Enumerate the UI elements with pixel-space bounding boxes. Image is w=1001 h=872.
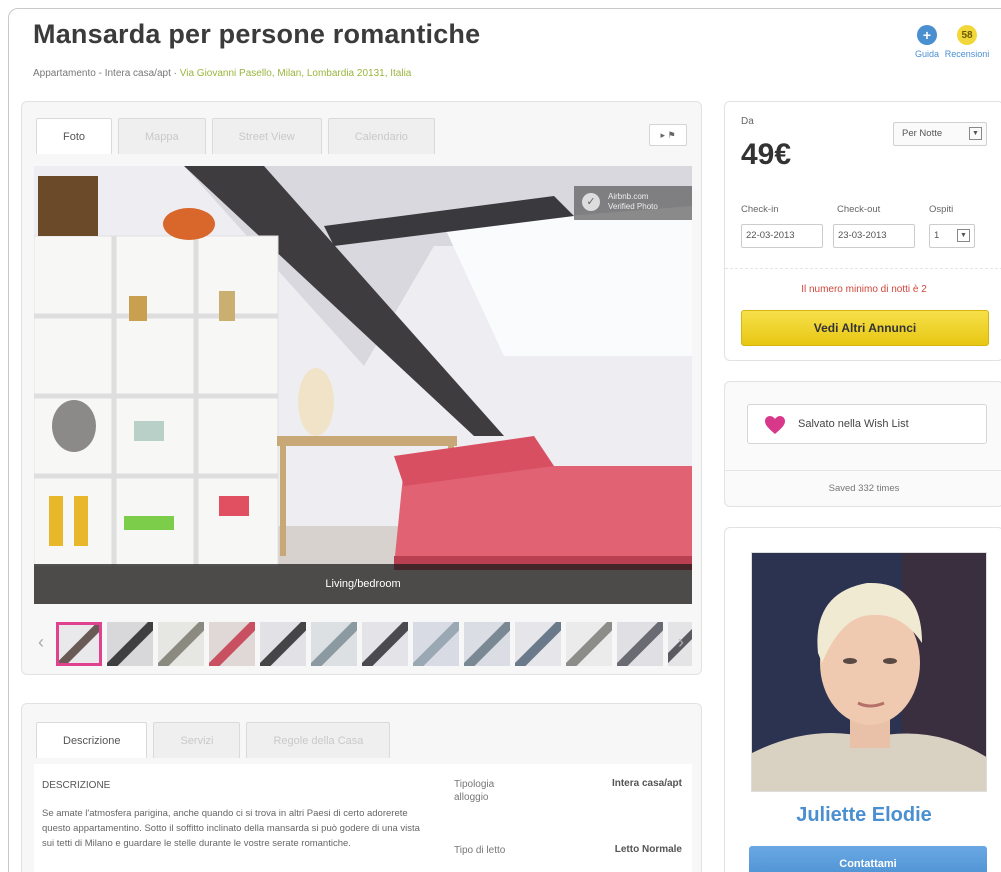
heart-icon	[765, 416, 785, 434]
checkout-input[interactable]: 23-03-2013	[833, 224, 915, 248]
nightly-price: 49€	[741, 138, 792, 171]
property-type: Appartamento - Intera casa/apt	[33, 68, 171, 79]
chevron-down-icon: ▼	[969, 127, 982, 140]
thumbnail-6[interactable]	[311, 622, 357, 666]
flag-icon: ▸ ⚑	[660, 130, 676, 140]
thumbnail-10[interactable]	[515, 622, 561, 666]
thumbnail-strip: ‹ ›	[34, 616, 692, 672]
guests-label: Ospiti	[929, 204, 954, 215]
listing-title: Mansarda per persone romantiche	[33, 19, 481, 49]
photo-panel: Foto Mappa Street View Calendario ▸ ⚑ ✓ …	[21, 101, 702, 675]
plus-icon: +	[917, 25, 937, 45]
listing-subtitle: Appartamento - Intera casa/apt · Via Gio…	[33, 68, 412, 79]
wishlist-button[interactable]: Salvato nella Wish List	[747, 404, 987, 444]
wishlist-card: Salvato nella Wish List Saved 332 times	[724, 381, 1001, 507]
tab-descrizione[interactable]: Descrizione	[36, 722, 148, 758]
bedroom-photo-image	[34, 166, 692, 604]
attr-value-letto: Letto Normale	[614, 844, 682, 855]
checkout-label: Check-out	[837, 204, 881, 215]
main-photo[interactable]: ✓ Airbnb.com Verified Photo Living/bedro…	[34, 166, 692, 604]
thumbnail-2[interactable]	[107, 622, 153, 666]
thumbnail-4[interactable]	[209, 622, 255, 666]
host-name[interactable]: Juliette Elodie	[725, 804, 1001, 827]
min-nights-notice: Il numero minimo di notti è 2	[801, 284, 927, 295]
thumbnail-9[interactable]	[464, 622, 510, 666]
tab-calendario[interactable]: Calendario	[327, 118, 435, 154]
tab-regole[interactable]: Regole della Casa	[246, 722, 391, 758]
thumbnail-8[interactable]	[413, 622, 459, 666]
thumbnail-12[interactable]	[617, 622, 663, 666]
next-arrow-icon[interactable]: ›	[678, 632, 684, 653]
guests-select[interactable]: 1 ▼	[929, 224, 975, 248]
thumbnail-5[interactable]	[260, 622, 306, 666]
host-card: Juliette Elodie Contattami	[724, 527, 1001, 872]
check-icon: ✓	[582, 193, 600, 211]
thumbnail-1[interactable]	[56, 622, 102, 666]
page-frame: Mansarda per persone romantiche Appartam…	[8, 8, 1001, 872]
thumbnail-3[interactable]	[158, 622, 204, 666]
tab-foto[interactable]: Foto	[36, 118, 113, 154]
host-portrait-image	[752, 553, 986, 791]
saved-count: Saved 332 times	[725, 470, 1001, 494]
view-other-listings-button[interactable]: Vedi Altri Annunci	[741, 310, 989, 346]
description-panel: Descrizione Servizi Regole della Casa DE…	[21, 703, 702, 872]
description-tabs: Descrizione Servizi Regole della Casa	[36, 722, 391, 758]
from-label: Da	[741, 116, 754, 127]
price-period-select[interactable]: Per Notte ▼	[893, 122, 987, 146]
booking-card: Da 49€ Per Notte ▼ Check-in Check-out Os…	[724, 101, 1001, 361]
reviews-count-badge: 58	[957, 25, 977, 45]
photo-caption: Living/bedroom	[34, 564, 692, 604]
tab-street-view[interactable]: Street View	[211, 118, 322, 154]
flag-button[interactable]: ▸ ⚑	[649, 124, 687, 146]
description-body: DESCRIZIONE Se amate l'atmosfera parigin…	[34, 764, 692, 872]
tab-servizi[interactable]: Servizi	[153, 722, 241, 758]
attr-label-tipologia: Tipologia alloggio	[454, 779, 495, 803]
verified-watermark: ✓ Airbnb.com Verified Photo	[574, 186, 692, 220]
description-text: Se amate l'atmosfera parigina, anche qua…	[42, 808, 420, 849]
checkin-input[interactable]: 22-03-2013	[741, 224, 823, 248]
prev-arrow-icon[interactable]: ‹	[38, 632, 44, 653]
thumbnail-7[interactable]	[362, 622, 408, 666]
host-avatar[interactable]	[751, 552, 987, 792]
description-heading: DESCRIZIONE	[42, 780, 111, 791]
chevron-down-icon: ▼	[957, 229, 970, 242]
divider	[725, 268, 1001, 269]
photo-tabs: Foto Mappa Street View Calendario	[36, 118, 435, 154]
thumbnail-11[interactable]	[566, 622, 612, 666]
checkin-label: Check-in	[741, 204, 779, 215]
attr-label-letto: Tipo di letto	[454, 845, 506, 856]
attr-value-tipologia: Intera casa/apt	[611, 778, 682, 789]
tab-mappa[interactable]: Mappa	[118, 118, 206, 154]
reviews-button[interactable]: 58 Recensioni	[937, 25, 997, 59]
address-link[interactable]: Via Giovanni Pasello, Milan, Lombardia 2…	[180, 68, 412, 79]
contact-button[interactable]: Contattami	[749, 846, 987, 872]
